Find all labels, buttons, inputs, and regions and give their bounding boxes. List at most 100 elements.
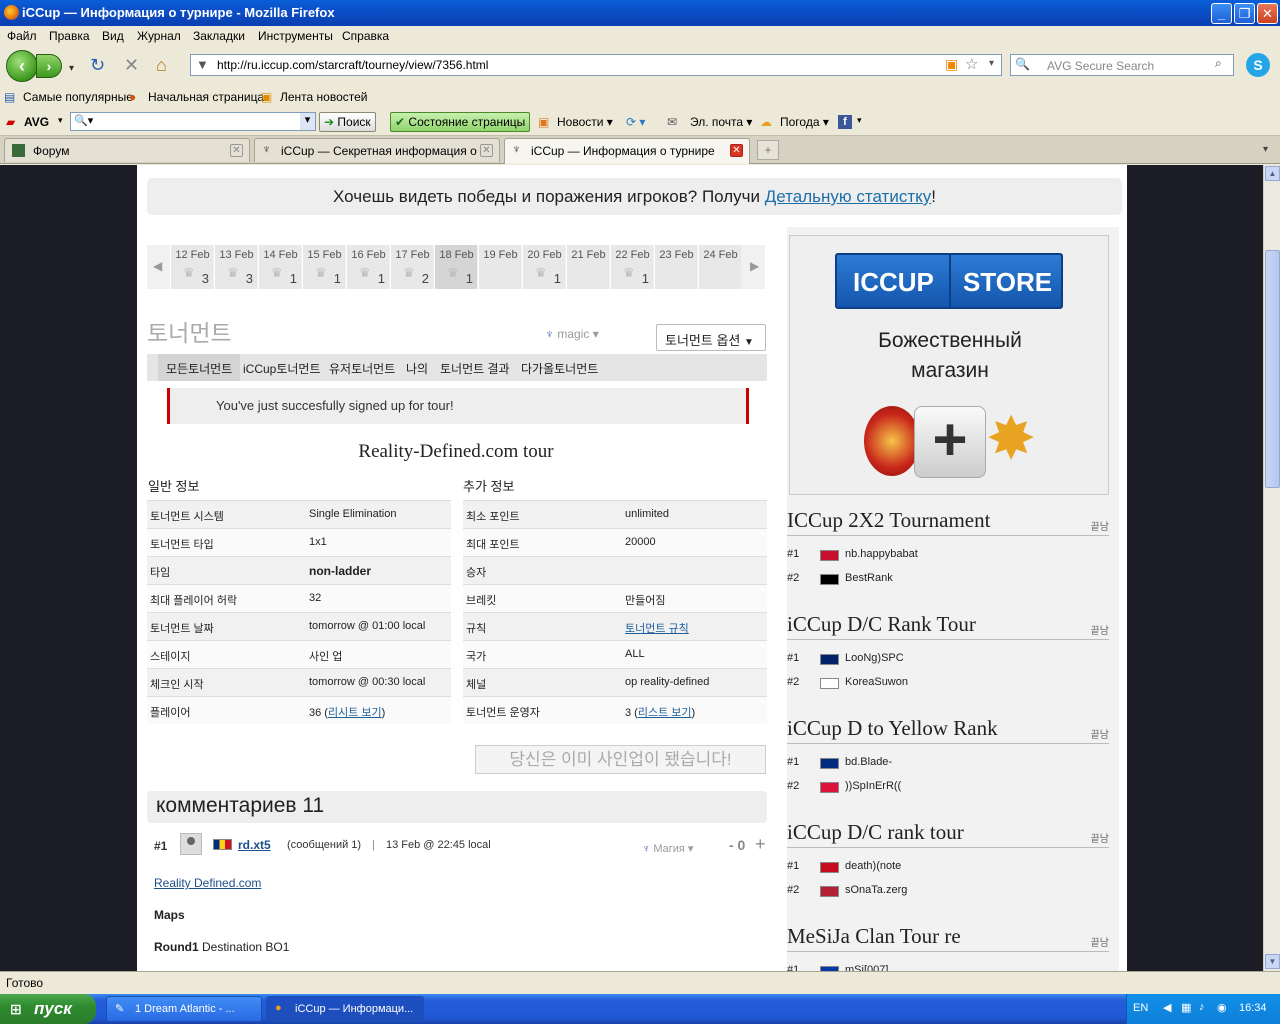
tab-iccup-secret[interactable]: ♆ iCCup — Секретная информация о iC... ✕	[254, 138, 500, 162]
menu-view[interactable]: Вид	[102, 29, 124, 43]
vote-plus-button[interactable]: +	[755, 834, 766, 855]
search-box[interactable]: 🔍 AVG Secure Search ⌕	[1010, 54, 1234, 76]
comment-magic-menu[interactable]: ♆ Магия ▾	[642, 842, 693, 855]
avg-search-dropdown-icon[interactable]: ▾	[300, 113, 315, 130]
forward-button[interactable]: ›	[36, 54, 62, 78]
language-indicator[interactable]: EN	[1133, 1002, 1148, 1014]
close-tab-icon[interactable]: ✕	[230, 144, 243, 157]
new-tab-button[interactable]: +	[757, 140, 779, 160]
player-name[interactable]: sOnaTa.zerg	[845, 884, 907, 896]
player-name[interactable]: death)(note	[845, 860, 901, 872]
date-cell[interactable]: 14 Feb ♛ 1	[258, 245, 301, 289]
minimize-button[interactable]: _	[1211, 3, 1232, 24]
table-link[interactable]: 토너먼트 규칙	[625, 623, 689, 635]
bookmark-most-popular[interactable]: Самые популярные	[23, 90, 133, 104]
close-window-button[interactable]: ✕	[1257, 3, 1278, 24]
sidebar-tournament-title[interactable]: iCCup D to Yellow Rank 끝남	[787, 716, 1109, 744]
date-cell[interactable]: 15 Feb ♛ 1	[302, 245, 345, 289]
menu-history[interactable]: Журнал	[137, 29, 181, 43]
network-icon[interactable]: ▦	[1181, 1001, 1191, 1014]
skype-icon[interactable]: S	[1246, 53, 1270, 77]
menu-help[interactable]: Справка	[342, 29, 389, 43]
site-identity-icon[interactable]: ▼	[196, 57, 209, 72]
subnav-all-tournaments[interactable]: 모든토너먼트	[158, 354, 241, 381]
stop-icon[interactable]: ✕	[124, 56, 139, 74]
date-cell[interactable]: 17 Feb ♛ 2	[390, 245, 433, 289]
tray-collapse-icon[interactable]: ◀	[1163, 1001, 1171, 1014]
search-engine-icon[interactable]: 🔍	[1015, 57, 1030, 71]
menu-tools[interactable]: Инструменты	[258, 29, 333, 43]
magic-menu[interactable]: ♆ magic ▾	[545, 327, 599, 341]
tab-forum[interactable]: Форум ✕	[4, 138, 250, 162]
player-name[interactable]: mSi[007]	[845, 964, 888, 971]
search-go-icon[interactable]: ⌕	[1215, 56, 1222, 71]
date-cell[interactable]: 13 Feb ♛ 3	[214, 245, 257, 289]
scroll-down-arrow-icon[interactable]: ▼	[1265, 954, 1280, 969]
antivirus-icon[interactable]: ◉	[1217, 1001, 1227, 1014]
bookmark-news-feed[interactable]: Лента новостей	[280, 90, 368, 104]
date-cell[interactable]: 23 Feb	[654, 245, 697, 289]
table-link[interactable]: 리스트 보기	[638, 707, 692, 719]
maximize-button[interactable]: ❐	[1234, 3, 1255, 24]
weather-menu[interactable]: Погода ▾	[780, 115, 829, 129]
sidebar-tournament-title[interactable]: iCCup D/C rank tour 끝남	[787, 820, 1109, 848]
scroll-thumb[interactable]	[1265, 250, 1280, 488]
avg-search-button[interactable]: ➔ Поиск	[319, 112, 376, 132]
sync-icon[interactable]: ⟳ ▾	[626, 115, 645, 129]
subnav-iccup-tournaments[interactable]: iCCup토너먼트	[243, 360, 321, 377]
date-cell[interactable]: 24 Feb	[698, 245, 741, 289]
player-name[interactable]: ))SpInErR((	[845, 780, 901, 792]
avg-menu-dropdown-icon[interactable]: ▾	[58, 115, 63, 126]
menu-bookmarks[interactable]: Закладки	[193, 29, 245, 43]
news-menu[interactable]: Новости ▾	[557, 115, 613, 129]
comment-user-link[interactable]: rd.xt5	[238, 838, 271, 852]
close-tab-icon[interactable]: ✕	[730, 144, 743, 157]
taskbar-firefox[interactable]: ● iCCup — Информаци...	[266, 996, 424, 1022]
volume-icon[interactable]: ♪	[1199, 1001, 1205, 1013]
player-name[interactable]: bd.Blade-	[845, 756, 892, 768]
sidebar-tournament-title[interactable]: MeSiJa Clan Tour re 끝남	[787, 924, 1109, 952]
subnav-my[interactable]: 나의	[406, 360, 428, 377]
date-cell[interactable]: 20 Feb ♛ 1	[522, 245, 565, 289]
tab-iccup-tourney[interactable]: ♆ iCCup — Информация о турнире ✕	[504, 138, 750, 164]
date-cell[interactable]: 16 Feb ♛ 1	[346, 245, 389, 289]
home-icon[interactable]: ⌂	[156, 56, 167, 74]
subnav-results[interactable]: 토너먼트 결과	[440, 360, 510, 377]
reload-icon[interactable]: ↻	[90, 56, 105, 74]
sidebar-tournament-title[interactable]: iCCup D/C Rank Tour 끝남	[787, 612, 1109, 640]
next-dates-arrow-icon[interactable]: ▶	[750, 259, 759, 273]
avg-logo-icon[interactable]: ▰	[6, 115, 15, 129]
date-cell[interactable]: 18 Feb ♛ 1	[434, 245, 477, 289]
player-name[interactable]: nb.happybabat	[845, 548, 918, 560]
sidebar-tournament-title[interactable]: ICCup 2X2 Tournament 끝남	[787, 508, 1109, 536]
menu-edit[interactable]: Правка	[49, 29, 90, 43]
bookmark-start-page[interactable]: Начальная страница	[148, 90, 264, 104]
start-button[interactable]: ⊞ пуск	[0, 994, 96, 1024]
url-bar[interactable]: ▼ http://ru.iccup.com/starcraft/tourney/…	[190, 54, 1002, 76]
comment-link[interactable]: Reality Defined.com	[154, 876, 261, 890]
iccup-store-ad[interactable]: ICCUP STORE Божественный магазин ✸ +	[789, 235, 1109, 495]
facebook-dropdown-icon[interactable]: ▾	[857, 115, 862, 126]
url-dropdown-icon[interactable]: ▾	[989, 58, 994, 69]
rss-icon[interactable]: ▣	[945, 56, 958, 73]
tournament-options-dropdown[interactable]: 토너먼트 옵션 ▼	[656, 324, 766, 351]
menu-file[interactable]: Файл	[7, 29, 37, 43]
tab-list-dropdown-icon[interactable]: ▾	[1263, 144, 1268, 155]
bookmark-star-icon[interactable]: ☆	[965, 55, 978, 73]
facebook-icon[interactable]: f	[838, 115, 852, 129]
table-link[interactable]: 리시트 보기	[328, 707, 382, 719]
close-tab-icon[interactable]: ✕	[480, 144, 493, 157]
page-scrollbar[interactable]: ▲ ▼	[1263, 165, 1280, 971]
history-dropdown-icon[interactable]: ▾	[69, 60, 74, 78]
page-status-button[interactable]: ✔ Состояние страницы	[390, 112, 531, 132]
player-name[interactable]: LooNg)SPC	[845, 652, 904, 664]
avatar[interactable]	[180, 833, 202, 855]
date-cell[interactable]: 21 Feb	[566, 245, 609, 289]
date-cell[interactable]: 12 Feb ♛ 3	[170, 245, 213, 289]
date-cell[interactable]: 22 Feb ♛ 1	[610, 245, 653, 289]
subnav-upcoming[interactable]: 다가올토너먼트	[521, 360, 598, 377]
taskbar-dream-atlantic[interactable]: ✎ 1 Dream Atlantic - ...	[106, 996, 262, 1022]
back-button[interactable]: ‹	[6, 50, 38, 82]
date-cell[interactable]: 19 Feb	[478, 245, 521, 289]
subnav-user-tournaments[interactable]: 유저토너먼트	[329, 360, 395, 377]
